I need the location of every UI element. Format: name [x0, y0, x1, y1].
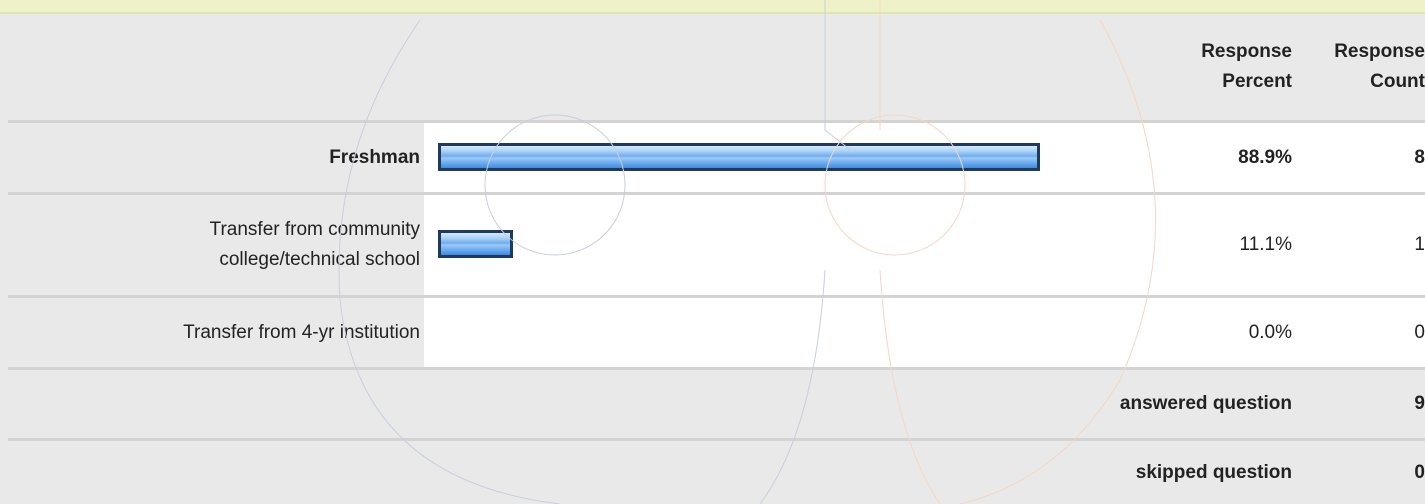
bar-cell — [424, 298, 1169, 367]
skipped-question-count: 0 — [1414, 461, 1425, 483]
answered-question-count: 9 — [1414, 393, 1425, 414]
top-band — [0, 0, 1425, 14]
category-label-line: Freshman — [329, 146, 420, 168]
response-percent-header: Response Percent — [1169, 14, 1292, 120]
count-label: 8 — [1414, 146, 1425, 168]
category-label-line: Transfer from 4-yr institution — [183, 321, 420, 343]
header-label-cell — [8, 14, 424, 120]
category-label: Transfer from 4-yr institution — [8, 298, 424, 367]
bar-cell — [424, 123, 1169, 192]
percent-label: 88.9% — [1238, 146, 1292, 168]
response-percent-header-line2: Percent — [1222, 71, 1292, 92]
answered-question-row: answered question 9 — [8, 370, 1425, 438]
response-count-header: Response Count — [1292, 14, 1425, 120]
bar-cell — [424, 195, 1169, 295]
response-percent-header-line1: Response — [1201, 41, 1292, 62]
percent-label: 11.1% — [1239, 234, 1292, 255]
count-label: 1 — [1414, 234, 1425, 255]
skipped-question-label: skipped question — [1135, 461, 1292, 483]
table-row: Freshman 88.9% 8 — [8, 123, 1425, 192]
header-bar-cell — [424, 14, 1169, 120]
skipped-question-row: skipped question 0 — [8, 441, 1425, 504]
bar — [438, 142, 1040, 171]
count-label: 0 — [1414, 321, 1425, 343]
bar — [438, 230, 513, 258]
header-row: Response Percent Response Count — [8, 14, 1425, 120]
category-label-line: Transfer from community — [209, 219, 420, 240]
category-label-line: college/technical school — [219, 249, 420, 270]
category-label: Freshman — [8, 123, 424, 192]
table-row: Transfer from 4-yr institution 0.0% 0 — [8, 298, 1425, 367]
table-row: Transfer from community college/technica… — [8, 195, 1425, 295]
percent-label: 0.0% — [1248, 321, 1292, 343]
response-count-header-line2: Count — [1370, 71, 1425, 92]
answered-question-label: answered question — [1119, 393, 1292, 414]
category-label: Transfer from community college/technica… — [8, 195, 424, 295]
response-count-header-line1: Response — [1334, 41, 1425, 62]
